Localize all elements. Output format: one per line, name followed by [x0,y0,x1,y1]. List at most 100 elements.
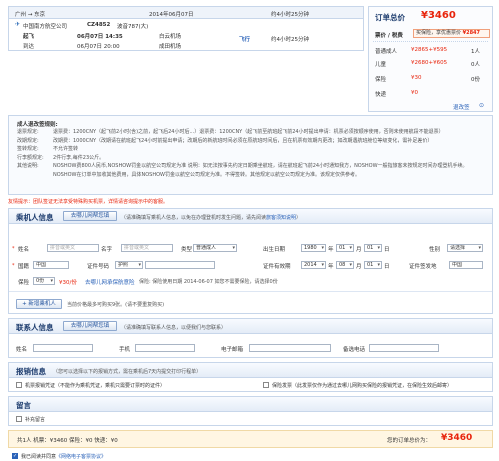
passenger-title: 乘机人信息 [16,213,54,222]
remark-section: 留言 补充留言 [8,396,493,426]
rule-baggage: 行李额规定: 2件行李,每件23公斤。 [17,154,487,163]
dob-year-unit: 年 [328,247,334,253]
insurance-price: ¥30 [411,75,422,81]
contact-name-label: 姓名 [16,347,28,353]
insurance-invoice-label: 保险发票（此发票仅作为通过去哪儿网购买保险的报销凭证，在保险生效后邮寄） [272,383,453,389]
dob-day-select[interactable]: 01 [364,244,382,252]
contact-email-label: 电子邮箱 [221,347,244,353]
insurance-label: 保险 [375,77,387,83]
contact-autofill-button[interactable]: 去哪儿网帮您填 [63,321,117,331]
add-passenger-note: 当前价格最多可购买9张。(请不要重复购买) [67,302,165,308]
last-name-placeholder: 拼音或英文 [50,245,76,251]
insurance-invoice-checkbox[interactable] [263,382,269,388]
required-icon: * [12,263,15,269]
agree-checkbox[interactable]: ✓ [12,453,18,459]
agree-label: 我已阅读并同意 [21,454,57,460]
refund-rules-link[interactable]: 退改签 [453,103,470,111]
contact-tel-label: 备选电话 [343,347,366,353]
issue-place-label: 证件签发地 [409,264,437,270]
total-duration: 约4小时25分钟 [271,12,309,18]
expiry-year-unit: 年 [328,264,334,270]
rule-text: 2件行李,每件23公斤。 [53,154,105,161]
adult-qty: 1人 [471,49,480,55]
depart-airport: 白云机场 [159,34,182,40]
remark-checkbox[interactable] [16,416,22,422]
notice-text: 友情提示：团队签证无法享受特殊购买机票，详情请咨询提示中的客服。 [8,199,169,205]
contact-phone-label: 手机 [119,347,131,353]
rule-change: 改期规定: 改期费：1000CNY（改期请在航班起飞24小时前提出申请；改期后的新… [17,137,487,146]
rule-label: 行李额规定: [17,154,44,161]
airline-name: 中国南方航空公司 [23,24,68,30]
expiry-month-select[interactable]: 08 [336,261,354,269]
invoice-hint: （您可以选择以下的报销方式，需在乘机后7天内提交打印行程单） [53,369,202,375]
id-expiry-label: 证件有效期 [263,264,291,270]
dob-year-select[interactable]: 1980 [301,244,326,252]
duration: 约4小时25分钟 [271,37,309,43]
receipt-checkbox[interactable] [16,382,22,388]
route-text: 广州 → 东京 [15,12,46,18]
insurance-after: 保险: 保险使用日期 2014-06-07 如您不需要保险，请选择0份 [139,279,278,285]
rule-label: 签转规定: [17,146,39,152]
flight-number: CZ4852 [87,22,111,28]
traveler-notice-link[interactable]: 旅客须知说明 [266,215,296,221]
price-type-value[interactable]: 买保险，享优惠票价 ¥2847 [413,29,490,38]
add-passenger-button[interactable]: + 新增乘机人 [16,299,62,309]
summary-total-label: 您的订单总价为： [387,438,432,444]
agreement-link[interactable]: 《网络电子客票协议》 [56,454,106,460]
expiry-year-select[interactable]: 2014 [301,261,326,269]
arrive-time: 06月07日 20:00 [77,44,120,50]
expiry-month-unit: 月 [356,264,362,270]
rules-list: 退票规定: 退票费：1200CNY（起飞前2小时(含)之前，起飞后24小时后...… [17,128,487,179]
depart-label: 起飞 [23,34,35,40]
id-number-input[interactable] [145,261,215,269]
flight-date: 2014年06月07日 [149,12,194,18]
last-name-label: 姓名 [18,247,30,253]
aircraft: 波音787(大) [117,24,149,30]
remark-label: 补充留言 [25,417,46,423]
dob-label: 出生日期 [263,247,286,253]
rule-label: 退票规定: [17,129,39,135]
invoice-section: 报销信息 （您可以选择以下的报销方式，需在乘机后7天内提交打印行程单） 机票报销… [8,362,493,392]
required-icon: * [12,246,15,252]
passenger-type-select[interactable]: 普通成人 [193,244,237,252]
invoice-title: 报销信息 [16,367,46,376]
rule-refund: 退票规定: 退票费：1200CNY（起飞前2小时(含)之前，起飞后24小时后...… [17,128,487,137]
arrive-label: 到达 [23,44,35,50]
express-label: 快递 [375,92,387,98]
insurance-qty: 0份 [471,77,480,83]
insurance-price-note: ¥30/份 [59,280,77,286]
last-name-input[interactable]: 拼音或英文 [47,244,99,252]
fly-tag: 飞行 [239,37,251,43]
nationality-input[interactable]: 中国 [33,261,69,269]
dob-month-select[interactable]: 01 [336,244,354,252]
price-type-badge: ¥2847 [462,30,481,36]
adult-price: ¥2865+¥595 [411,47,448,53]
agree-text: 我已阅读并同意《网络电子客票协议》 [21,453,106,460]
dob-month-unit: 月 [356,247,362,253]
contact-tel-input[interactable] [369,344,439,352]
child-label: 儿童 [375,62,387,68]
insurance-select[interactable]: 0份 [33,277,55,285]
chevron-down-icon[interactable]: ⊙ [479,102,484,109]
gender-select[interactable]: 请选择 [447,244,483,252]
contact-email-input[interactable] [249,344,331,352]
hint-end: ） [296,215,302,221]
receipt-label: 机票报销凭证（不能作为乘机凭证，乘机只需要订票时的证件） [25,383,166,389]
dob-day-unit: 日 [384,247,390,253]
insurance-link[interactable]: 去哪儿网承保航意险 [85,278,135,286]
contact-hint: （请准确填写联系人信息，以便我们与您联系） [121,325,227,331]
contact-phone-input[interactable] [135,344,195,352]
summary-bar: 共1人 机票：¥3460 保险：¥0 快递：¥0 您的订单总价为： ¥3460 [8,430,493,448]
issue-place-input[interactable]: 中国 [449,261,483,269]
contact-name-input[interactable] [33,344,93,352]
passenger-autofill-button[interactable]: 去哪儿网帮您填 [63,211,117,221]
first-name-label: 名字 [101,247,113,253]
rule-other: 其他说明: NOSHOW费800人民币,NOSHOW罚金以航空公司规定为准 说明：… [17,162,487,171]
passenger-section: 乘机人信息 去哪儿网帮您填 （请准确填写乘机人信息，以免在办理登机时发生问题，请… [8,208,493,314]
id-type-select[interactable]: 护照 [115,261,143,269]
expiry-day-select[interactable]: 01 [364,261,382,269]
child-qty: 0人 [471,62,480,68]
price-type-text: 买保险，享优惠票价 [416,30,462,36]
airline-logo-icon: ✈ [15,21,21,28]
first-name-input[interactable]: 拼音或英文 [121,244,173,252]
